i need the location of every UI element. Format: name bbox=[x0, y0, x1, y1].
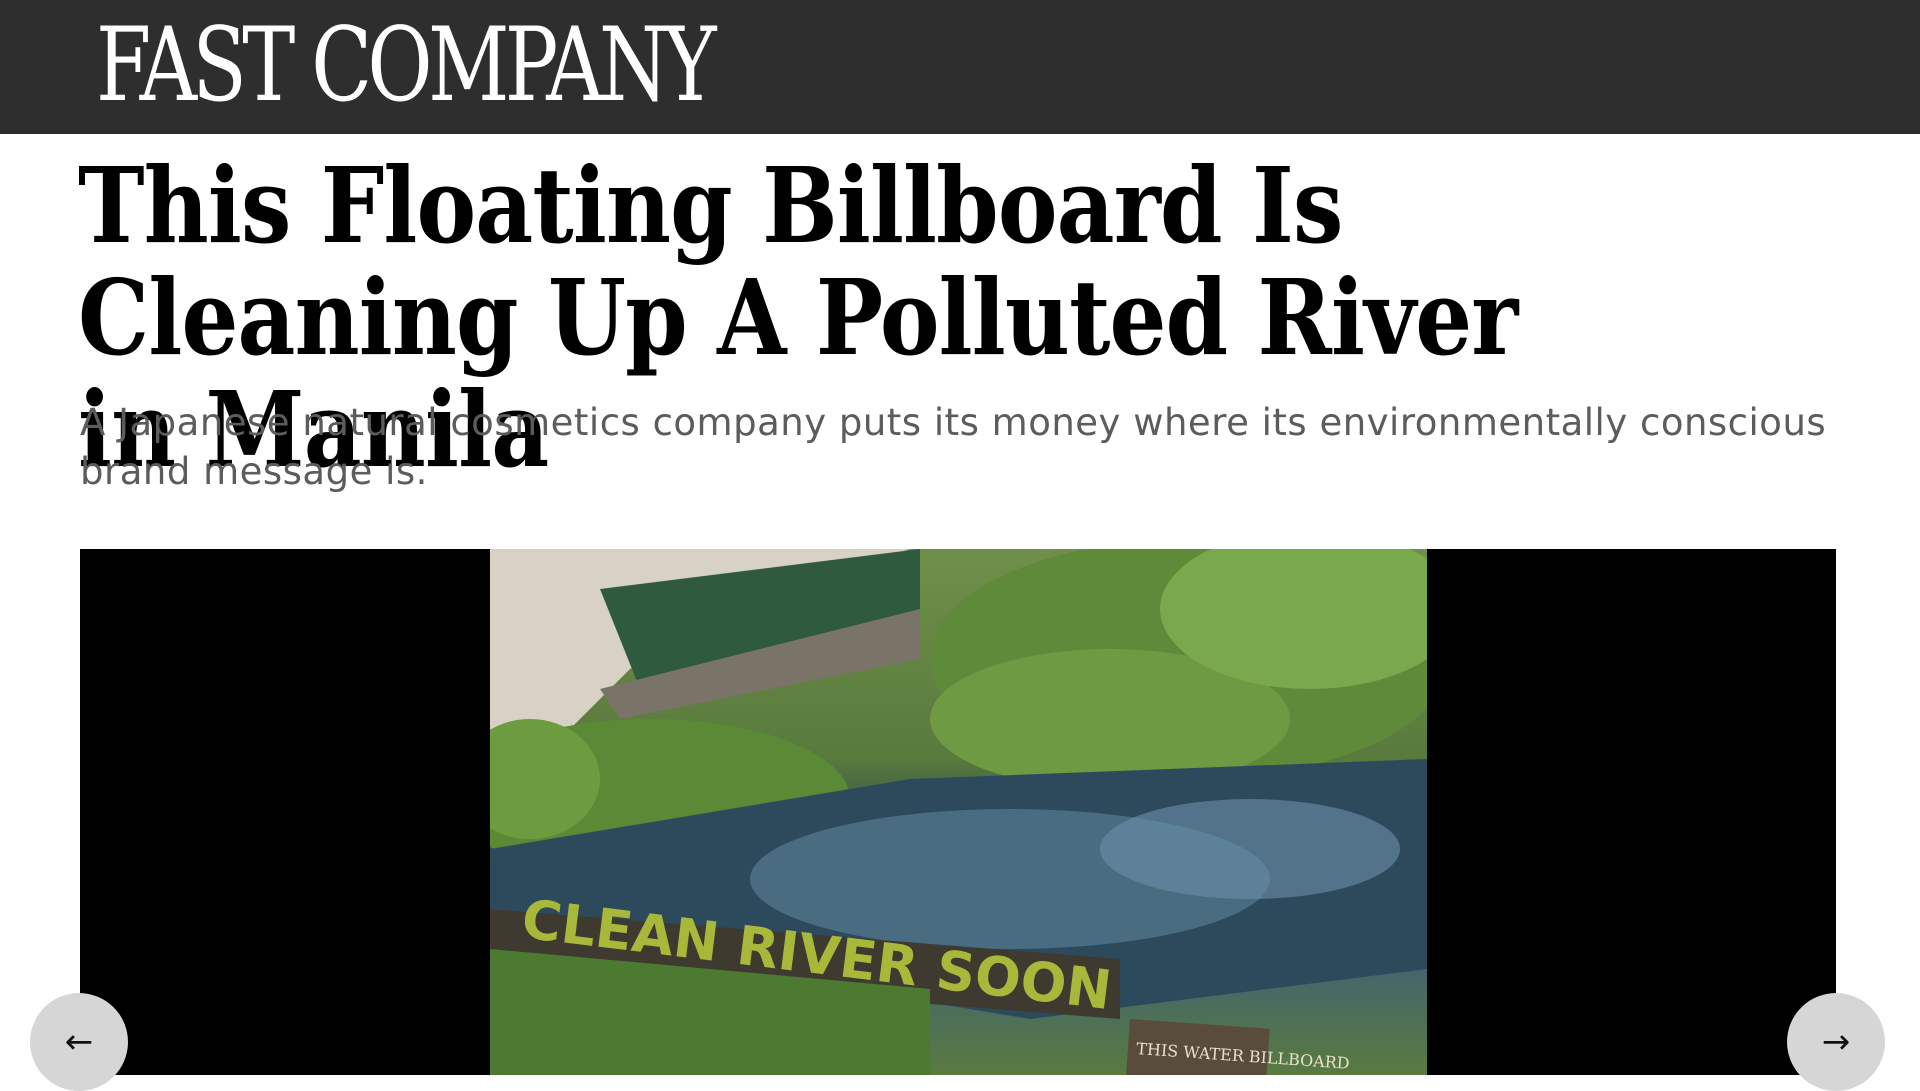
image-gallery: CLEAN RIVER SOON THIS WATER BILLBOARD bbox=[80, 549, 1836, 1075]
site-header: FAST COMPANY bbox=[0, 0, 1920, 134]
article-photo: CLEAN RIVER SOON THIS WATER BILLBOARD bbox=[490, 549, 1427, 1075]
river-billboard-image: CLEAN RIVER SOON THIS WATER BILLBOARD bbox=[490, 549, 1427, 1075]
arrow-left-icon: ← bbox=[64, 1022, 94, 1062]
gallery-next-button[interactable]: → bbox=[1787, 993, 1885, 1091]
article-dek: A Japanese natural cosmetics company put… bbox=[80, 401, 1827, 493]
gallery-prev-button[interactable]: ← bbox=[30, 993, 128, 1091]
arrow-right-icon: → bbox=[1821, 1022, 1851, 1062]
fast-company-logo[interactable]: FAST COMPANY bbox=[96, 15, 717, 117]
